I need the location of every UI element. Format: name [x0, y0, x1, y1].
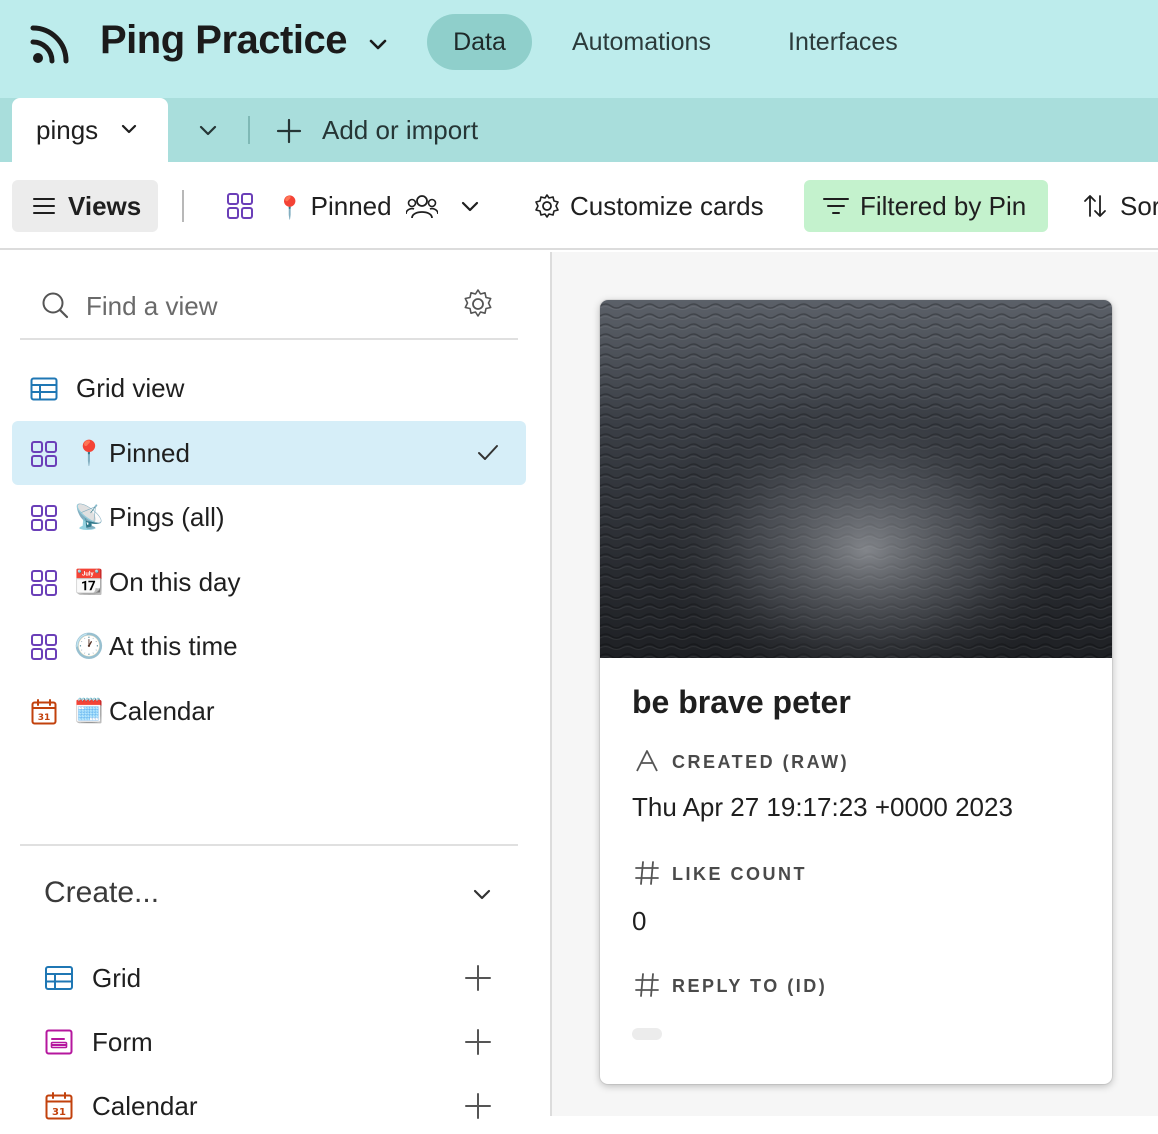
grid-view-icon — [30, 377, 58, 401]
table-tab-label: pings — [36, 115, 99, 145]
base-title[interactable]: Ping Practice — [100, 18, 347, 63]
text-field-icon — [636, 750, 658, 772]
create-calendar-view[interactable]: 31 Calendar — [44, 1078, 504, 1134]
calendar-icon: 31 — [45, 1092, 73, 1120]
create-form-view[interactable]: Form — [44, 1014, 504, 1070]
view-label: Pinned — [109, 438, 190, 468]
table-tab-pings[interactable]: pings — [12, 98, 168, 162]
customize-cards-label: Customize cards — [570, 191, 764, 221]
view-label: Pings (all) — [109, 502, 225, 532]
sidebar-view-on-this-day[interactable]: 📆 On this day — [12, 550, 526, 614]
sort-button[interactable]: Sort — [1082, 180, 1158, 232]
filter-icon — [823, 198, 849, 214]
create-item-label: Calendar — [92, 1091, 198, 1121]
current-view-menu[interactable]: 📍 Pinned — [226, 180, 479, 232]
clock-emoji: 🕐 — [74, 632, 104, 660]
chevron-down-icon[interactable] — [366, 32, 390, 56]
find-view-input[interactable] — [86, 286, 446, 326]
create-section-title: Create... — [44, 876, 160, 909]
card-title: be brave peter — [632, 684, 851, 720]
view-label: On this day — [109, 567, 241, 597]
empty-value-placeholder — [632, 1028, 662, 1040]
create-item-label: Grid — [92, 963, 142, 993]
search-icon — [42, 292, 69, 319]
field-label-reply-to-id: REPLY TO (ID) — [672, 976, 828, 996]
app-header: Ping Practice Data Automations Interface… — [0, 0, 1158, 98]
nav-tab-data[interactable]: Data — [427, 14, 532, 70]
chevron-down-icon[interactable] — [118, 118, 140, 140]
filter-label: Filtered by Pin — [860, 191, 1027, 221]
spiral-calendar-emoji: 🗓️ — [74, 697, 104, 725]
gallery-view-icon — [31, 505, 57, 531]
form-icon — [45, 1029, 73, 1055]
nav-tab-interfaces[interactable]: Interfaces — [788, 14, 898, 70]
chevron-down-icon[interactable] — [458, 194, 482, 218]
views-label: Views — [68, 191, 142, 221]
card-cover-image — [600, 300, 1112, 658]
customize-cards-button[interactable]: Customize cards — [534, 180, 764, 232]
hamburger-icon — [33, 198, 55, 214]
sidebar-view-pings-all[interactable]: 📡 Pings (all) — [12, 485, 526, 549]
view-label: At this time — [109, 631, 238, 661]
gallery-view-icon — [31, 634, 57, 660]
number-field-icon — [635, 861, 659, 885]
gear-icon[interactable] — [462, 288, 494, 320]
calendar-view-icon: 31 — [31, 699, 57, 725]
svg-text:31: 31 — [52, 1107, 66, 1118]
number-field-icon — [635, 973, 659, 997]
divider — [248, 116, 250, 144]
current-view-label: 📍 Pinned — [276, 191, 392, 221]
sidebar-view-pinned[interactable]: 📍 Pinned — [12, 421, 526, 485]
view-toolbar: Views 📍 Pinned Customize cards Filtered … — [0, 162, 1158, 250]
calendar-emoji: 📆 — [74, 568, 104, 596]
create-grid-view[interactable]: Grid — [44, 950, 504, 1006]
divider — [182, 190, 184, 222]
add-or-import-label: Add or import — [322, 115, 479, 145]
filter-button[interactable]: Filtered by Pin — [804, 180, 1048, 232]
field-value-like-count: 0 — [632, 906, 647, 936]
view-label: Grid view — [76, 373, 185, 403]
table-tab-bar: pings Add or import — [0, 98, 1158, 162]
sidebar-view-at-this-time[interactable]: 🕐 At this time — [12, 614, 526, 678]
create-item-label: Form — [92, 1027, 153, 1057]
plus-icon — [276, 118, 302, 144]
pin-emoji: 📍 — [276, 196, 304, 221]
sort-icon — [1084, 195, 1106, 217]
nav-tab-automations[interactable]: Automations — [572, 14, 711, 70]
sidebar-view-calendar[interactable]: 31 🗓️ Calendar — [12, 679, 526, 743]
add-or-import-button[interactable]: Add or import — [276, 98, 478, 162]
view-search — [20, 272, 518, 340]
gallery-view-icon — [31, 441, 57, 467]
field-label-created-raw: CREATED (RAW) — [672, 752, 850, 772]
svg-text:31: 31 — [38, 713, 51, 723]
gear-icon — [535, 194, 559, 218]
all-tables-chevron-icon[interactable] — [196, 118, 220, 142]
rss-logo-icon[interactable] — [28, 22, 76, 66]
gallery-view-icon — [227, 193, 253, 219]
divider — [20, 844, 518, 846]
gallery-view-icon — [31, 570, 57, 596]
checkmark-icon — [478, 445, 498, 460]
record-card[interactable]: be brave peter CREATED (RAW) Thu Apr 27 … — [600, 300, 1112, 1084]
pin-emoji: 📍 — [74, 439, 104, 467]
views-toggle-button[interactable]: Views — [12, 180, 158, 232]
grid-icon — [45, 966, 73, 990]
current-view-name: Pinned — [310, 191, 392, 221]
views-sidebar: Grid view 📍 Pinned 📡 Pings (all) — [0, 252, 550, 1121]
satellite-emoji: 📡 — [74, 503, 104, 531]
sidebar-view-grid-view[interactable]: Grid view — [12, 356, 526, 420]
plus-icon[interactable] — [464, 1028, 492, 1056]
collaborative-people-icon — [406, 195, 438, 219]
plus-icon[interactable] — [464, 964, 492, 992]
field-value-created-raw: Thu Apr 27 19:17:23 +0000 2023 — [632, 792, 1013, 822]
gallery-area: be brave peter CREATED (RAW) Thu Apr 27 … — [552, 252, 1158, 1116]
chevron-down-icon[interactable] — [470, 882, 494, 906]
sort-label: Sort — [1120, 191, 1158, 221]
view-label: Calendar — [109, 696, 215, 726]
field-label-like-count: LIKE COUNT — [672, 864, 807, 884]
